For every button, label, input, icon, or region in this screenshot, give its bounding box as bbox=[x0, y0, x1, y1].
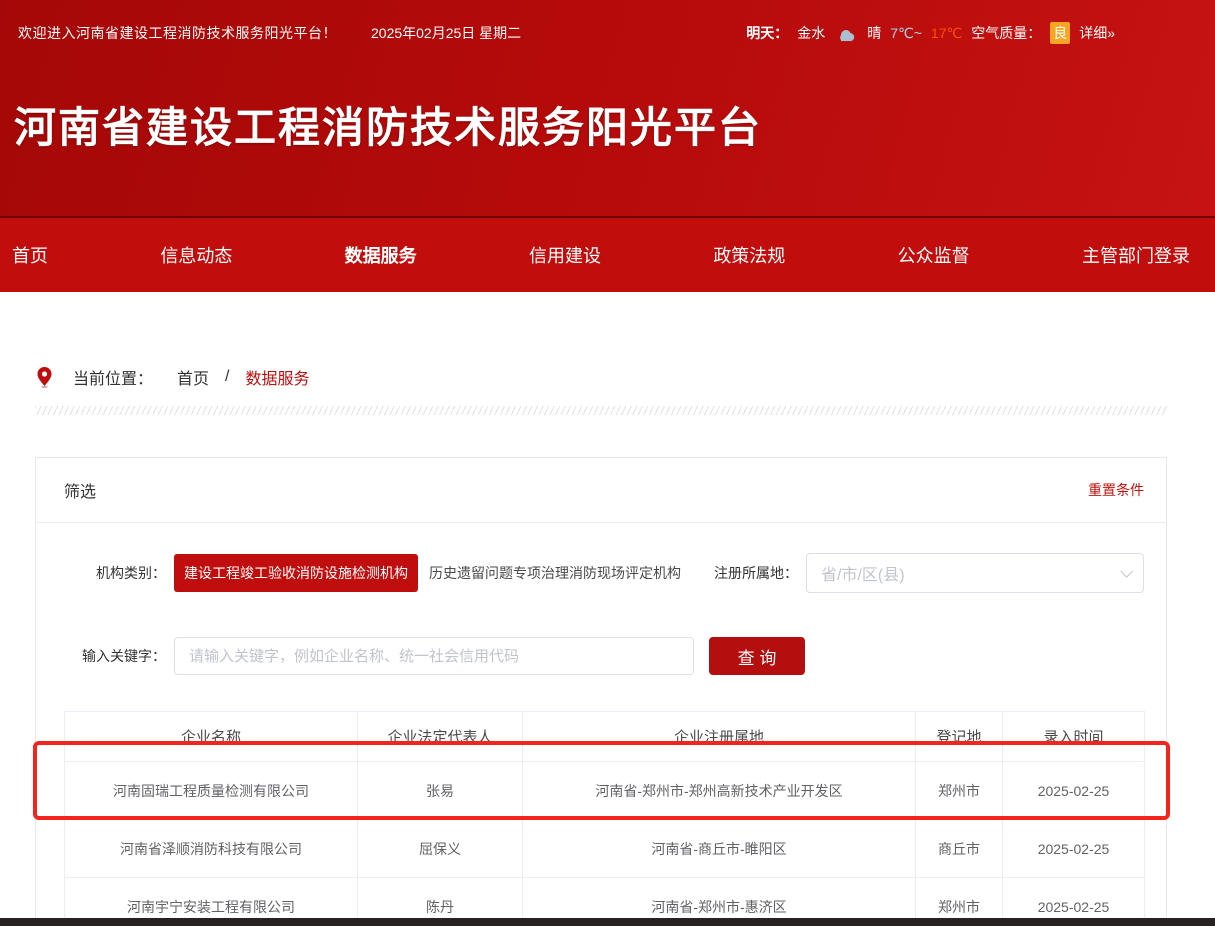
decorative-slash-divider bbox=[35, 406, 1167, 415]
filter-title: 筛选 bbox=[64, 478, 96, 502]
keyword-input[interactable] bbox=[174, 637, 694, 675]
weather-city: 金水 bbox=[797, 23, 825, 43]
col-header-company-name: 企业名称 bbox=[65, 712, 358, 762]
weather-condition: 晴 bbox=[867, 23, 881, 43]
weather-label: 明天： bbox=[746, 23, 788, 43]
temp-low: 7℃~ bbox=[890, 25, 922, 42]
main-nav: 首页 信息动态 数据服务 信用建设 政策法规 公众监督 主管部门登录 bbox=[0, 216, 1215, 292]
category-filter-row: 机构类别： 建设工程竣工验收消防设施检测机构 历史遗留问题专项治理消防现场评定机… bbox=[64, 553, 1144, 593]
cell-legal-rep: 屈保义 bbox=[358, 820, 523, 878]
region-select-placeholder: 省/市/区(县) bbox=[821, 561, 905, 585]
page: 欢迎进入河南省建设工程消防技术服务阳光平台！ 2025年02月25日 星期二 明… bbox=[0, 0, 1215, 926]
weather-detail-link[interactable]: 详细» bbox=[1079, 23, 1115, 43]
temp-high: 17℃ bbox=[931, 25, 962, 42]
table-row[interactable]: 河南固瑞工程质量检测有限公司 张易 河南省-郑州市-郑州高新技术产业开发区 郑州… bbox=[65, 762, 1145, 820]
col-header-legal-rep: 企业法定代表人 bbox=[358, 712, 523, 762]
site-title: 河南省建设工程消防技术服务阳光平台 bbox=[0, 66, 1215, 155]
col-header-registered-address: 企业注册属地 bbox=[523, 712, 916, 762]
col-header-entry-date: 录入时间 bbox=[1003, 712, 1145, 762]
region-select[interactable]: 省/市/区(县) bbox=[806, 553, 1144, 593]
breadcrumb-separator: / bbox=[225, 368, 229, 386]
table-row[interactable]: 河南省泽顺消防科技有限公司 屈保义 河南省-商丘市-睢阳区 商丘市 2025-0… bbox=[65, 820, 1145, 878]
cell-company-name: 河南固瑞工程质量检测有限公司 bbox=[65, 762, 358, 820]
cell-legal-rep: 张易 bbox=[358, 762, 523, 820]
results-table: 企业名称 企业法定代表人 企业注册属地 登记地 录入时间 河南固瑞工程质量检测有… bbox=[64, 711, 1145, 926]
header: 欢迎进入河南省建设工程消防技术服务阳光平台！ 2025年02月25日 星期二 明… bbox=[0, 0, 1215, 216]
category-label: 机构类别： bbox=[64, 563, 166, 583]
nav-item-policy[interactable]: 政策法规 bbox=[713, 242, 785, 268]
location-pin-icon bbox=[36, 366, 53, 388]
keyword-label: 输入关键字： bbox=[64, 646, 166, 666]
cell-entry-date: 2025-02-25 bbox=[1003, 762, 1145, 820]
cell-entry-date: 2025-02-25 bbox=[1003, 820, 1145, 878]
cell-registration-place: 郑州市 bbox=[916, 762, 1003, 820]
cell-registered-address: 河南省-商丘市-睢阳区 bbox=[523, 820, 916, 878]
cell-registered-address: 河南省-郑州市-郑州高新技术产业开发区 bbox=[523, 762, 916, 820]
nav-item-news[interactable]: 信息动态 bbox=[160, 242, 232, 268]
cloud-icon bbox=[834, 24, 858, 42]
nav-item-supervision[interactable]: 公众监督 bbox=[898, 242, 970, 268]
filter-panel: 筛选 重置条件 机构类别： 建设工程竣工验收消防设施检测机构 历史遗留问题专项治… bbox=[35, 457, 1167, 926]
table-header-row: 企业名称 企业法定代表人 企业注册属地 登记地 录入时间 bbox=[65, 712, 1145, 762]
breadcrumb: 当前位置： 首页 / 数据服务 bbox=[36, 365, 1215, 389]
cell-company-name: 河南省泽顺消防科技有限公司 bbox=[65, 820, 358, 878]
weather-widget: 明天： 金水 晴 7℃~ 17℃ 空气质量： 良 详细» bbox=[746, 22, 1115, 44]
nav-item-home[interactable]: 首页 bbox=[12, 242, 48, 268]
topbar: 欢迎进入河南省建设工程消防技术服务阳光平台！ 2025年02月25日 星期二 明… bbox=[0, 0, 1215, 66]
nav-item-credit[interactable]: 信用建设 bbox=[529, 242, 601, 268]
chevron-down-icon bbox=[1120, 565, 1133, 578]
breadcrumb-current: 数据服务 bbox=[245, 365, 309, 389]
air-quality-label: 空气质量： bbox=[971, 23, 1041, 43]
category-option-selected[interactable]: 建设工程竣工验收消防设施检测机构 bbox=[174, 554, 418, 592]
date-text: 2025年02月25日 星期二 bbox=[371, 23, 521, 43]
breadcrumb-home-link[interactable]: 首页 bbox=[177, 365, 209, 389]
welcome-text: 欢迎进入河南省建设工程消防技术服务阳光平台！ bbox=[18, 23, 337, 43]
nav-item-admin-login[interactable]: 主管部门登录 bbox=[1082, 242, 1190, 268]
region-filter-group: 注册所属地： 省/市/区(县) bbox=[696, 553, 1144, 593]
region-label: 注册所属地： bbox=[696, 563, 798, 583]
filter-panel-header: 筛选 重置条件 bbox=[36, 458, 1166, 523]
keyword-filter-row: 输入关键字： 查 询 bbox=[64, 637, 1144, 675]
search-button[interactable]: 查 询 bbox=[709, 637, 805, 675]
air-quality-badge: 良 bbox=[1050, 22, 1070, 44]
cell-registration-place: 商丘市 bbox=[916, 820, 1003, 878]
reset-filters-link[interactable]: 重置条件 bbox=[1088, 480, 1144, 500]
footer-bar bbox=[0, 918, 1215, 926]
breadcrumb-label: 当前位置： bbox=[73, 365, 153, 389]
col-header-registration-place: 登记地 bbox=[916, 712, 1003, 762]
nav-item-data-service[interactable]: 数据服务 bbox=[345, 242, 417, 268]
category-option-other[interactable]: 历史遗留问题专项治理消防现场评定机构 bbox=[429, 563, 681, 583]
